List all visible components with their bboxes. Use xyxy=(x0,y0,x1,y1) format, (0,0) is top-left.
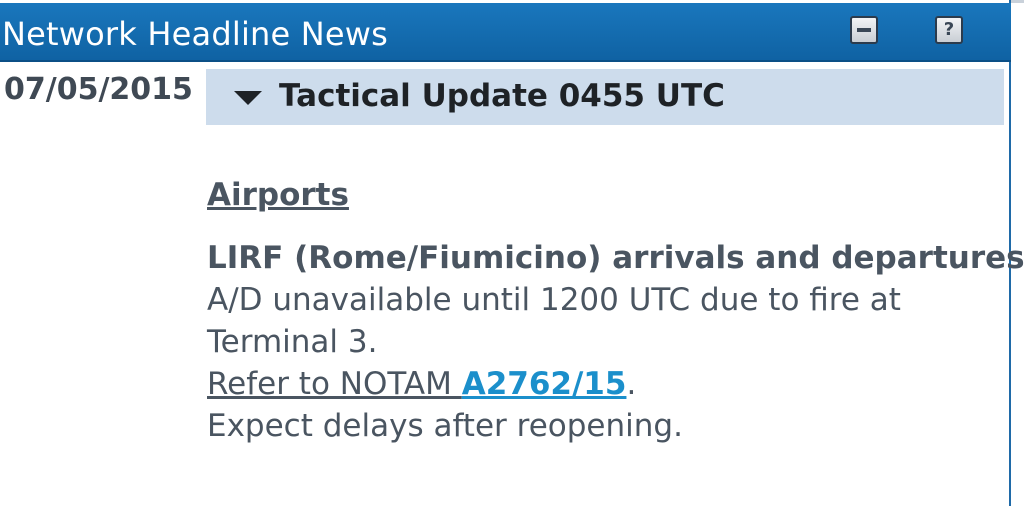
body-line: A/D unavailable until 1200 UTC due to fi… xyxy=(207,282,901,318)
refer-suffix: . xyxy=(626,366,637,402)
update-header-toggle[interactable]: Tactical Update 0455 UTC xyxy=(206,69,1004,125)
caret-down-icon xyxy=(234,91,262,105)
refer-text: Refer to NOTAM xyxy=(207,366,462,402)
widget-title: Network Headline News xyxy=(2,15,389,53)
subject-line: LIRF (Rome/Fiumicino) arrivals and depar… xyxy=(207,240,1024,276)
question-icon: ? xyxy=(943,19,955,40)
widget-titlebar: Network Headline News ? xyxy=(0,3,1011,62)
body-line: Expect delays after reopening. xyxy=(207,408,683,444)
body-line: Terminal 3. xyxy=(207,324,378,360)
network-headline-news-widget: Network Headline News ? 07/05/2015 Tacti… xyxy=(0,0,1024,506)
update-content: Airports LIRF (Rome/Fiumicino) arrivals … xyxy=(207,174,1024,447)
minimize-button[interactable] xyxy=(850,16,878,44)
notam-link[interactable]: A2762/15 xyxy=(462,366,627,402)
help-button[interactable]: ? xyxy=(935,16,963,44)
news-date: 07/05/2015 xyxy=(4,72,193,107)
update-title: Tactical Update 0455 UTC xyxy=(279,78,725,114)
refer-line: Refer to NOTAM A2762/15. xyxy=(207,363,997,405)
section-heading: Airports xyxy=(207,177,349,213)
minus-icon xyxy=(857,28,871,32)
